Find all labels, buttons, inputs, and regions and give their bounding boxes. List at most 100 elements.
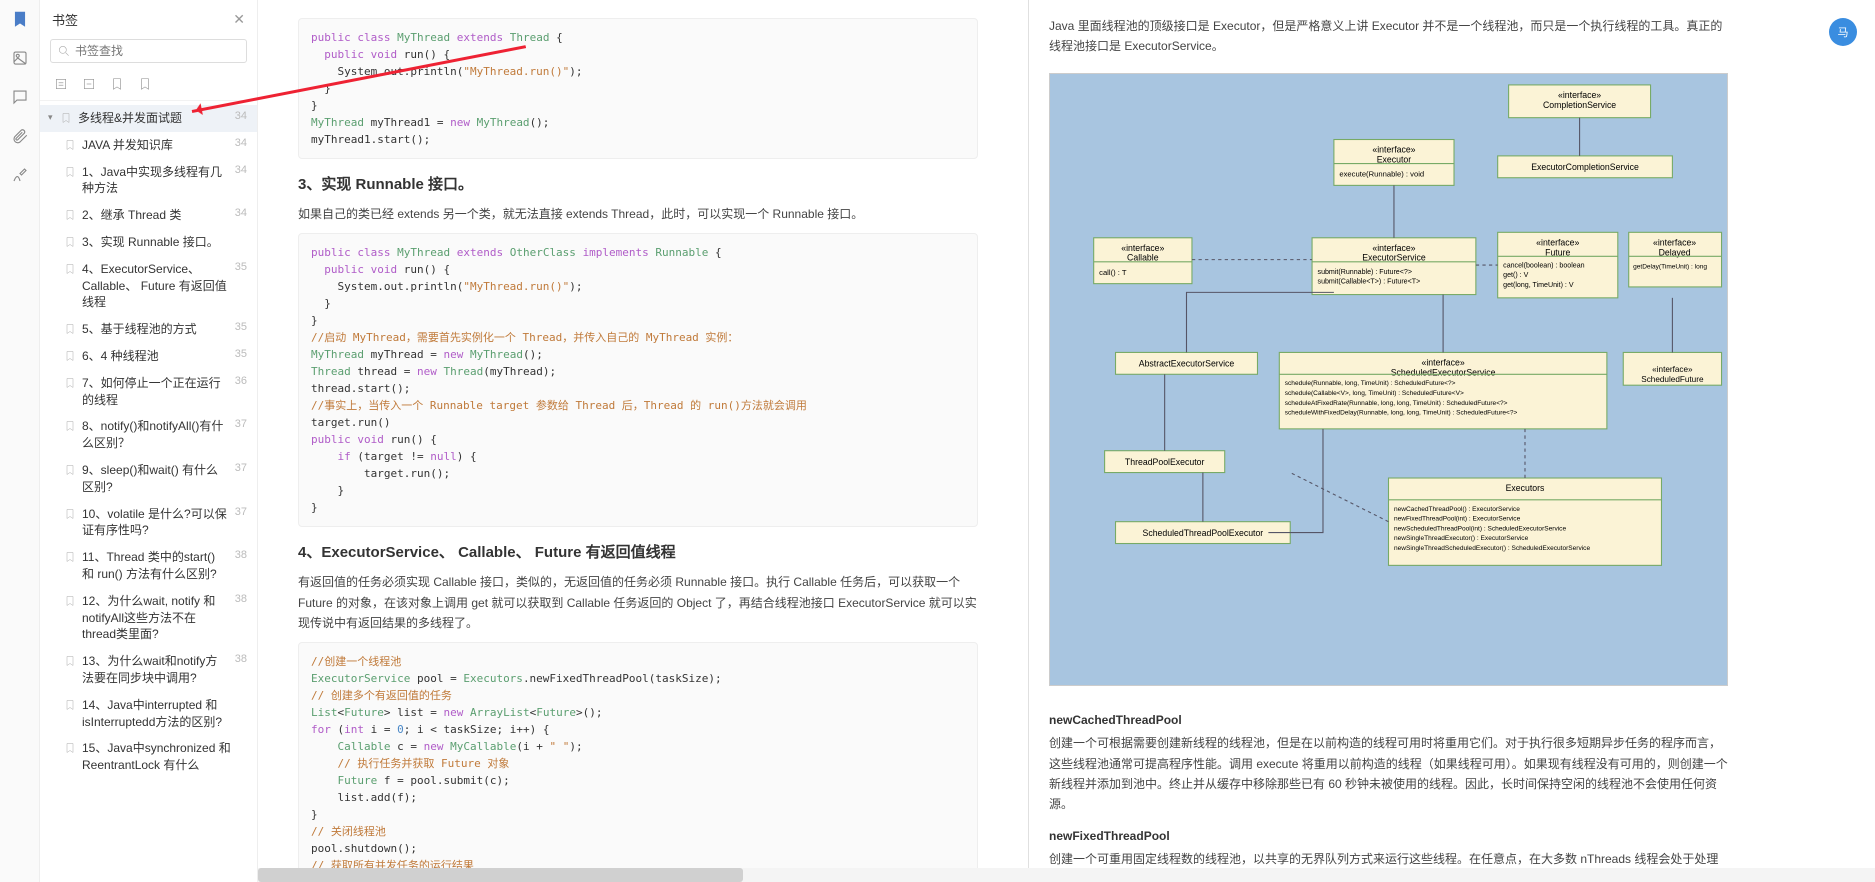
svg-text:call() : T: call() : T <box>1099 268 1127 277</box>
bookmark-item-icon <box>64 742 76 754</box>
bookmark-label: 10、volatile 是什么?可以保证有序性吗? <box>82 506 229 540</box>
bookmark-label: 12、为什么wait, notify 和notifyAll这些方法不在threa… <box>82 593 229 643</box>
bookmark-item[interactable]: 13、为什么wait和notify方法要在同步块中调用? 38 <box>40 648 257 692</box>
paragraph: Java 里面线程池的顶级接口是 Executor，但是严格意义上讲 Execu… <box>1049 16 1728 57</box>
bookmark-label: JAVA 并发知识库 <box>82 137 229 154</box>
bookmark-label: 15、Java中synchronized 和 ReentrantLock 有什么 <box>82 740 241 774</box>
bookmark-item[interactable]: 3、实现 Runnable 接口。 <box>40 229 257 256</box>
bookmark-item-icon <box>64 263 76 275</box>
avatar[interactable]: 马 <box>1829 18 1857 46</box>
bookmark-item[interactable]: 8、notify()和notifyAll()有什么区别？37 <box>40 413 257 457</box>
bookmark-toolbar <box>40 71 257 101</box>
bookmark-item[interactable]: 11、Thread 类中的start() 和 run() 方法有什么区别? 38 <box>40 544 257 588</box>
heading-executor: 4、ExecutorService、 Callable、 Future 有返回值… <box>298 541 978 562</box>
page-left: public class MyThread extends Thread { p… <box>278 0 998 882</box>
attachment-icon[interactable] <box>11 127 29 148</box>
svg-text:ScheduledThreadPoolExecutor: ScheduledThreadPoolExecutor <box>1143 528 1264 538</box>
expand-icon[interactable] <box>54 77 68 94</box>
bookmark-icon[interactable] <box>11 10 29 31</box>
search-box[interactable] <box>50 39 247 63</box>
pool-heading: newCachedThreadPool <box>1049 713 1728 727</box>
bookmark-label: 4、ExecutorService、 Callable、 Future 有返回值… <box>82 261 229 311</box>
heading-runnable: 3、实现 Runnable 接口。 <box>298 173 978 194</box>
bookmark-page: 35 <box>235 261 247 273</box>
svg-text:ExecutorCompletionService: ExecutorCompletionService <box>1531 162 1639 172</box>
close-icon[interactable]: ✕ <box>233 11 245 28</box>
svg-text:submit(Runnable) : Future<?>su: submit(Runnable) : Future<?>submit(Calla… <box>1318 268 1421 286</box>
svg-text:getDelay(TimeUnit) : long: getDelay(TimeUnit) : long <box>1633 263 1707 270</box>
bookmark-item-icon <box>64 209 76 221</box>
bookmark-item-icon <box>64 508 76 520</box>
bookmark-label: 7、如何停止一个正在运行的线程 <box>82 375 229 409</box>
pool-heading: newFixedThreadPool <box>1049 829 1728 843</box>
bookmark-item-icon <box>64 350 76 362</box>
bookmark-label: 1、Java中实现多线程有几种方法 <box>82 164 229 198</box>
bookmark-label: 2、继承 Thread 类 <box>82 207 229 224</box>
bookmark-label: 13、为什么wait和notify方法要在同步块中调用? <box>82 653 229 687</box>
bookmark-item[interactable]: 15、Java中synchronized 和 ReentrantLock 有什么 <box>40 735 257 779</box>
bookmark-page: 38 <box>235 653 247 665</box>
bookmark-item[interactable]: 14、Java中interrupted 和 isInterruptedd方法的区… <box>40 692 257 736</box>
bookmark-label: 14、Java中interrupted 和 isInterruptedd方法的区… <box>82 697 241 731</box>
sign-icon[interactable] <box>11 166 29 187</box>
bookmark-item-icon <box>64 377 76 389</box>
bookmark-item-icon <box>60 112 72 124</box>
bookmark-root[interactable]: ▾ 多线程&并发面试题 34 <box>40 105 257 132</box>
bookmark-item[interactable]: 10、volatile 是什么?可以保证有序性吗?37 <box>40 501 257 545</box>
svg-text:«interface»Callable: «interface»Callable <box>1121 243 1164 263</box>
bookmark-item-icon <box>64 323 76 335</box>
bookmark-item-icon <box>64 166 76 178</box>
comment-icon[interactable] <box>11 88 29 109</box>
left-rail <box>0 0 40 882</box>
bookmark-item-icon <box>64 139 76 151</box>
add-bookmark-icon[interactable] <box>110 77 124 94</box>
horizontal-scrollbar[interactable] <box>258 868 1875 882</box>
bookmark-item[interactable]: 4、ExecutorService、 Callable、 Future 有返回值… <box>40 256 257 316</box>
bookmark-page: 34 <box>235 137 247 149</box>
bookmark-item[interactable]: 5、基于线程池的方式35 <box>40 316 257 343</box>
bookmark-label: 11、Thread 类中的start() 和 run() 方法有什么区别? <box>82 549 229 583</box>
bookmark-item-icon <box>64 420 76 432</box>
sidebar-title: 书签 <box>52 10 78 29</box>
bookmark-item[interactable]: 6、4 种线程池35 <box>40 343 257 370</box>
bookmark-item[interactable]: 12、为什么wait, notify 和notifyAll这些方法不在threa… <box>40 588 257 648</box>
bookmark-item[interactable]: 1、Java中实现多线程有几种方法34 <box>40 159 257 203</box>
svg-text:«interface»Executor: «interface»Executor <box>1372 144 1415 164</box>
bookmark-item[interactable]: JAVA 并发知识库 34 <box>40 132 257 159</box>
bookmark-item[interactable]: 2、继承 Thread 类 34 <box>40 202 257 229</box>
bookmark-item[interactable]: 9、sleep()和wait() 有什么区别? 37 <box>40 457 257 501</box>
paragraph: 创建一个可根据需要创建新线程的线程池，但是在以前构造的线程可用时将重用它们。对于… <box>1049 733 1728 815</box>
svg-text:Executors: Executors <box>1506 483 1545 493</box>
svg-text:ThreadPoolExecutor: ThreadPoolExecutor <box>1125 457 1205 467</box>
bookmark-page: 38 <box>235 549 247 561</box>
thumbnails-icon[interactable] <box>11 49 29 70</box>
bookmark-page: 36 <box>235 375 247 387</box>
search-input[interactable] <box>75 44 240 58</box>
bookmark-page: 38 <box>235 593 247 605</box>
bookmark-item-icon <box>64 699 76 711</box>
bookmark-label: 8、notify()和notifyAll()有什么区别？ <box>82 418 229 452</box>
collapse-icon[interactable] <box>82 77 96 94</box>
page-right: Java 里面线程池的顶级接口是 Executor，但是严格意义上讲 Execu… <box>1028 0 1748 882</box>
bookmark-page: 34 <box>235 110 247 122</box>
bookmark-item[interactable]: 7、如何停止一个正在运行的线程 36 <box>40 370 257 414</box>
svg-text:execute(Runnable) : void: execute(Runnable) : void <box>1339 169 1424 178</box>
bookmark-list: ▾ 多线程&并发面试题 34 JAVA 并发知识库 34 1、Java中实现多线程有… <box>40 101 257 882</box>
bookmark-label: 9、sleep()和wait() 有什么区别? <box>82 462 229 496</box>
svg-text:«interface»Delayed: «interface»Delayed <box>1653 237 1696 257</box>
paragraph: 有返回值的任务必须实现 Callable 接口，类似的，无返回值的任务必须 Ru… <box>298 572 978 633</box>
svg-text:AbstractExecutorService: AbstractExecutorService <box>1139 358 1235 368</box>
bookmark-page: 34 <box>235 207 247 219</box>
chevron-down-icon[interactable]: ▾ <box>48 112 58 123</box>
bookmark-label: 5、基于线程池的方式 <box>82 321 229 338</box>
code-block-1: public class MyThread extends Thread { p… <box>298 18 978 159</box>
bookmark-item-icon <box>64 595 76 607</box>
bookmark-label: 3、实现 Runnable 接口。 <box>82 234 241 251</box>
bookmark-item-icon <box>64 236 76 248</box>
bookmark-label: 多线程&并发面试题 <box>78 110 229 127</box>
document-content: public class MyThread extends Thread { p… <box>258 0 1875 882</box>
bookmark-page: 37 <box>235 462 247 474</box>
search-icon <box>57 44 71 58</box>
bookmark-label: 6、4 种线程池 <box>82 348 229 365</box>
bookmark-outline-icon[interactable] <box>138 77 152 94</box>
